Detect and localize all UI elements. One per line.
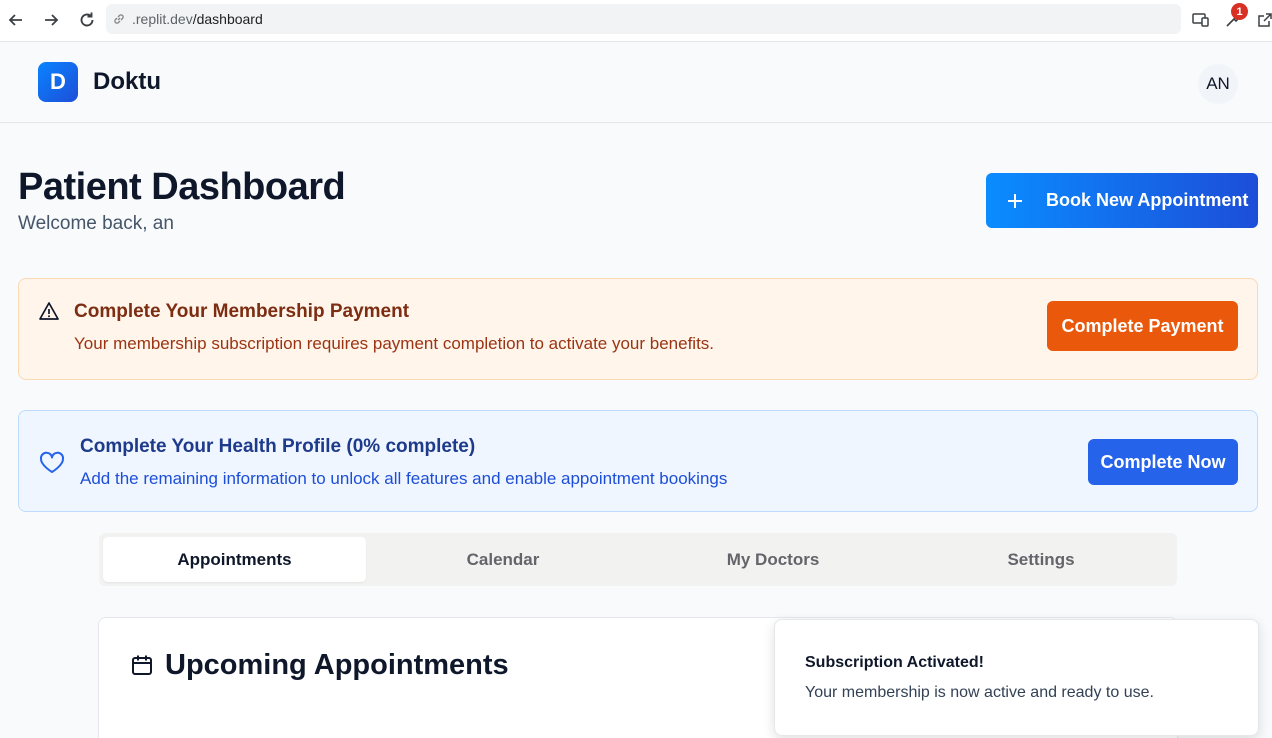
plus-icon xyxy=(1006,191,1026,211)
brand-name[interactable]: Doktu xyxy=(93,68,161,96)
complete-now-button[interactable]: Complete Now xyxy=(1088,439,1238,485)
open-external-icon[interactable] xyxy=(1254,9,1272,31)
upcoming-appointments-title: Upcoming Appointments xyxy=(165,649,509,681)
complete-payment-button[interactable]: Complete Payment xyxy=(1047,301,1238,351)
payment-alert-title: Complete Your Membership Payment xyxy=(74,301,410,322)
book-new-appointment-button[interactable]: Book New Appointment xyxy=(986,173,1258,228)
dashboard-tabs: Appointments Calendar My Doctors Setting… xyxy=(99,533,1177,586)
toast-title: Subscription Activated! xyxy=(805,654,984,671)
extension-badge: 1 xyxy=(1231,3,1248,20)
page-title: Patient Dashboard xyxy=(18,166,346,208)
tab-settings[interactable]: Settings xyxy=(907,537,1175,582)
warning-icon xyxy=(39,301,59,321)
address-bar[interactable]: .replit.dev /dashboard xyxy=(106,4,1181,34)
logo[interactable]: D xyxy=(38,62,78,102)
tab-calendar[interactable]: Calendar xyxy=(369,537,637,582)
forward-icon[interactable] xyxy=(40,9,62,31)
app-header: D Doktu AN xyxy=(0,42,1272,123)
toast-notification[interactable]: Subscription Activated! Your membership … xyxy=(774,619,1259,736)
url-path: /dashboard xyxy=(192,11,263,27)
tab-appointments[interactable]: Appointments xyxy=(103,537,366,582)
calendar-icon xyxy=(131,654,153,676)
book-new-appointment-label: Book New Appointment xyxy=(1046,190,1249,210)
toast-description: Your membership is now active and ready … xyxy=(805,684,1154,701)
cast-icon[interactable] xyxy=(1190,9,1212,31)
membership-payment-alert: Complete Your Membership Payment Your me… xyxy=(18,278,1258,380)
link-icon xyxy=(112,11,128,27)
url-host: .replit.dev xyxy=(132,11,193,27)
avatar[interactable]: AN xyxy=(1198,64,1238,104)
reload-icon[interactable] xyxy=(76,9,98,31)
browser-toolbar: .replit.dev /dashboard 1 xyxy=(0,0,1272,42)
welcome-text: Welcome back, an xyxy=(18,213,174,234)
heart-icon xyxy=(39,451,65,475)
health-profile-description: Add the remaining information to unlock … xyxy=(80,469,728,488)
back-icon[interactable] xyxy=(5,9,27,31)
health-profile-title: Complete Your Health Profile (0% complet… xyxy=(80,436,476,457)
health-profile-alert: Complete Your Health Profile (0% complet… xyxy=(18,410,1258,512)
tab-my-doctors[interactable]: My Doctors xyxy=(639,537,907,582)
payment-alert-description: Your membership subscription requires pa… xyxy=(74,334,715,353)
